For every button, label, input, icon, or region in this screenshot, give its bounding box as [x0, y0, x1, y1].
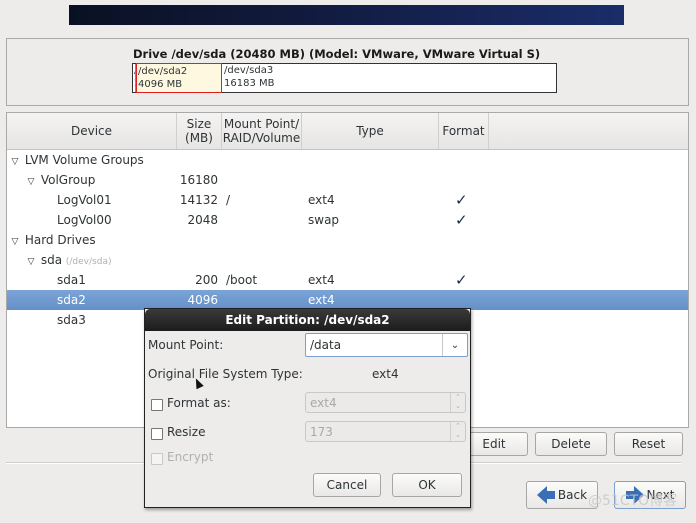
chevron-down-icon[interactable]: ⌄: [442, 334, 467, 356]
header-label-line2: RAID/Volume: [222, 131, 301, 145]
device-name: LogVol00: [57, 213, 112, 227]
original-fs-label: Original File System Type:: [148, 367, 303, 381]
cell-device: ▽ LVM Volume Groups: [9, 150, 144, 172]
cell-size: 4096: [187, 293, 218, 307]
drive-title: Drive /dev/sda (20480 MB) (Model: VMware…: [133, 47, 541, 61]
resize-label[interactable]: Resize: [167, 425, 205, 439]
segment-size: 2: [134, 77, 135, 90]
mount-point-input[interactable]: /data: [310, 338, 341, 352]
table-header: Device Size (MB) Mount Point/RAID/Volume …: [7, 113, 688, 150]
cell-mount-point: /: [226, 193, 231, 207]
device-name: LogVol01: [57, 193, 112, 207]
format-type-select: ext4 ⌃ ⌄: [305, 392, 466, 413]
device-name: sda3: [57, 313, 86, 327]
watermark: @51CTO博客: [588, 493, 678, 509]
format-type-value: ext4: [310, 396, 337, 410]
device-name: sda: [40, 253, 63, 267]
partition-segment-sda2[interactable]: /dev/sda2 4096 MB: [136, 63, 222, 93]
segment-name: /dev/sda2: [138, 66, 188, 77]
table-row[interactable]: LogVol01 14132 / ext4 ✓: [7, 190, 688, 210]
cell-device: sda2: [57, 290, 86, 310]
resize-size-value: 173: [310, 425, 333, 439]
cell-mount-point: /boot: [226, 273, 258, 287]
header-banner: [69, 5, 624, 25]
expander-triangle-icon[interactable]: ▽: [9, 152, 21, 172]
cell-size: 16180: [179, 173, 218, 187]
format-checkbox[interactable]: [151, 399, 163, 411]
device-name: LVM Volume Groups: [24, 153, 144, 167]
ok-button[interactable]: OK: [392, 473, 462, 497]
edit-partition-dialog: Edit Partition: /dev/sda2 Mount Point: /…: [144, 308, 471, 508]
segment-name: /: [134, 64, 135, 77]
encrypt-label: Encrypt: [167, 450, 214, 464]
table-row[interactable]: sda2 4096 ext4: [7, 290, 688, 310]
resize-checkbox[interactable]: [151, 428, 163, 440]
cell-type: ext4: [308, 293, 335, 307]
table-row[interactable]: ▽ Hard Drives: [7, 230, 688, 250]
cell-device: sda3: [57, 310, 86, 330]
cell-device: LogVol00: [57, 210, 112, 230]
header-label: Device: [70, 124, 113, 138]
dialog-title: Edit Partition: /dev/sda2: [145, 309, 470, 331]
expander-triangle-icon[interactable]: ▽: [25, 252, 37, 272]
reset-button[interactable]: Reset: [614, 432, 683, 456]
mount-point-combobox[interactable]: /data ⌄: [305, 333, 468, 357]
mount-point-label: Mount Point:: [148, 338, 224, 352]
updown-icon: ⌃ ⌄: [450, 393, 465, 412]
device-name: sda2: [57, 293, 86, 307]
encrypt-checkbox: [151, 453, 163, 465]
column-header-size[interactable]: Size (MB): [177, 113, 222, 149]
cell-size: 200: [195, 273, 218, 287]
back-arrow-icon: [536, 486, 558, 504]
header-label-line1: Size: [186, 117, 212, 131]
cell-size: 2048: [187, 213, 218, 227]
cell-device: ▽ Hard Drives: [9, 230, 96, 252]
drive-partition-bar: / 2 /dev/sda2 4096 MB /dev/sda3 16183 MB: [132, 63, 557, 93]
format-label[interactable]: Format as:: [167, 396, 231, 410]
back-label: Back: [557, 488, 588, 502]
cell-device: LogVol01: [57, 190, 112, 210]
table-row[interactable]: LogVol00 2048 swap ✓: [7, 210, 688, 230]
device-path: (/dev/sda): [65, 257, 112, 267]
segment-size: 4096 MB: [138, 79, 183, 90]
device-name: VolGroup: [40, 173, 96, 187]
header-label: Type: [356, 124, 384, 138]
cell-type: ext4: [308, 193, 335, 207]
table-row[interactable]: ▽ VolGroup 16180: [7, 170, 688, 190]
header-label: Format: [442, 124, 485, 138]
format-check-icon: ✓: [455, 271, 468, 289]
format-check-icon: ✓: [455, 191, 468, 209]
expander-triangle-icon[interactable]: ▽: [25, 172, 37, 192]
original-fs-value: ext4: [372, 367, 399, 381]
header-label-line2: (MB): [185, 131, 213, 145]
cell-type: swap: [308, 213, 340, 227]
header-label: Mount Point/RAID/Volume: [223, 117, 301, 145]
delete-button[interactable]: Delete: [535, 432, 607, 456]
spinner-arrows-icon: ⌃ ⌄: [450, 422, 465, 441]
column-header-device[interactable]: Device: [7, 113, 177, 149]
table-row[interactable]: sda1 200/boot ext4 ✓: [7, 270, 688, 290]
column-header-type[interactable]: Type: [302, 113, 439, 149]
header-label-line1: Mount Point/: [223, 117, 300, 131]
segment-name: /dev/sda3: [224, 65, 274, 76]
column-header-mount-point[interactable]: Mount Point/RAID/Volume: [222, 113, 302, 149]
table-row[interactable]: ▽ sda (/dev/sda): [7, 250, 688, 270]
resize-size-spinner: 173 ⌃ ⌄: [305, 421, 466, 442]
table-row[interactable]: ▽ LVM Volume Groups: [7, 150, 688, 170]
device-name: Hard Drives: [24, 233, 96, 247]
cell-type: ext4: [308, 273, 335, 287]
expander-triangle-icon[interactable]: ▽: [9, 232, 21, 252]
partition-segment-sda3[interactable]: /dev/sda3 16183 MB: [222, 64, 552, 92]
cell-size: 14132: [179, 193, 218, 207]
segment-size: 16183 MB: [224, 78, 275, 89]
header-label: Size (MB): [185, 117, 213, 145]
cell-device: sda1: [57, 270, 86, 290]
device-name: sda1: [57, 273, 86, 287]
cell-device: ▽ sda (/dev/sda): [25, 250, 112, 272]
column-header-format[interactable]: Format: [439, 113, 489, 149]
format-check-icon: ✓: [455, 211, 468, 229]
cancel-button[interactable]: Cancel: [313, 473, 381, 497]
cell-device: ▽ VolGroup: [25, 170, 96, 192]
